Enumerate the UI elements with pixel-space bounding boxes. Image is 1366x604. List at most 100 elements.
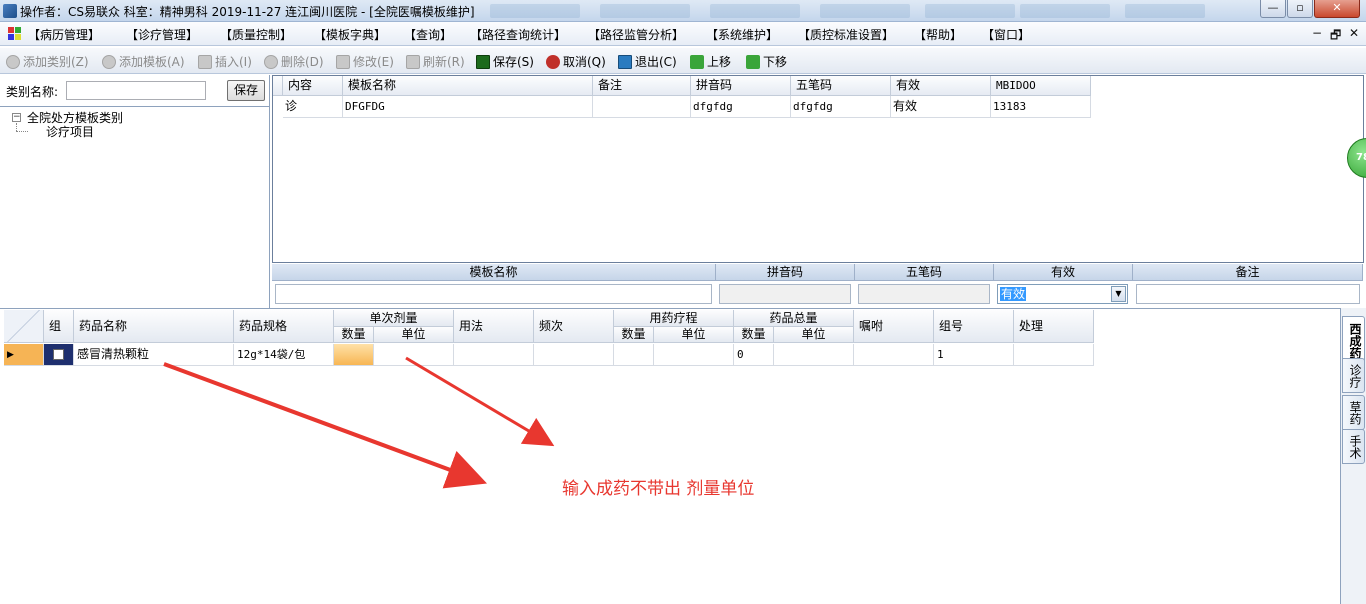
tab-treatment[interactable]: 诊疗 <box>1342 358 1365 393</box>
menu-qc-standard[interactable]: 【质控标准设置】 <box>798 26 894 43</box>
drug-name-cell[interactable]: 感冒清热颗粒 <box>74 344 234 366</box>
column-header-total[interactable]: 药品总量 <box>734 310 854 327</box>
column-header-total-qty[interactable]: 数量 <box>734 327 774 343</box>
table-cell[interactable]: DFGFDG <box>343 96 593 118</box>
column-header-frequency[interactable]: 频次 <box>534 310 614 343</box>
move-up-button[interactable]: 上移 <box>690 53 731 70</box>
refresh-button[interactable]: 刷新(R) <box>406 53 465 70</box>
column-header-single-dose[interactable]: 单次剂量 <box>334 310 454 327</box>
category-save-button[interactable]: 保存 <box>227 80 265 101</box>
tab-herbal[interactable]: 草药 <box>1342 395 1365 430</box>
mdi-minimize-button[interactable]: − <box>1312 26 1322 40</box>
column-header-group[interactable]: 组 <box>44 310 74 343</box>
checkbox[interactable] <box>53 349 64 360</box>
column-header-remark[interactable]: 备注 <box>593 76 691 96</box>
wubi-input[interactable] <box>858 284 990 304</box>
exit-button[interactable]: 退出(C) <box>618 53 677 70</box>
title-bar: 操作者：CS易联众 科室：精神男科 2019-11-27 连江闽川医院 - [全… <box>0 0 1366 22</box>
menu-path-query-stats[interactable]: 【路径查询统计】 <box>470 26 566 43</box>
insert-icon <box>198 54 212 69</box>
pinyin-input[interactable] <box>719 284 851 304</box>
cancel-button[interactable]: 取消(Q) <box>546 53 606 70</box>
column-header-template-name[interactable]: 模板名称 <box>343 76 593 96</box>
column-header-wubi[interactable]: 五笔码 <box>791 76 891 96</box>
group-checkbox-cell[interactable] <box>44 344 74 366</box>
delete-icon <box>264 54 278 69</box>
drug-spec-cell[interactable]: 12g*14袋/包 <box>234 344 334 366</box>
move-down-button[interactable]: 下移 <box>746 53 787 70</box>
menu-system-maintenance[interactable]: 【系统维护】 <box>706 26 778 43</box>
save-toolbar-button[interactable]: 保存(S) <box>476 53 534 70</box>
modify-button[interactable]: 修改(E) <box>336 53 394 70</box>
menu-query[interactable]: 【查询】 <box>404 26 452 43</box>
column-header-handle[interactable]: 处理 <box>1014 310 1094 343</box>
app-icon <box>3 4 17 18</box>
handle-cell[interactable] <box>1014 344 1094 366</box>
column-header-total-unit[interactable]: 单位 <box>774 327 854 343</box>
column-header-spec[interactable]: 药品规格 <box>234 310 334 343</box>
remark-input[interactable] <box>1136 284 1360 304</box>
course-qty-cell[interactable] <box>614 344 654 366</box>
chevron-down-icon[interactable]: ▼ <box>1111 286 1126 302</box>
total-qty-cell[interactable]: 0 <box>734 344 774 366</box>
taskbar-ghost <box>1125 4 1205 18</box>
dose-unit-cell[interactable] <box>374 344 454 366</box>
column-header-usage[interactable]: 用法 <box>454 310 534 343</box>
close-button[interactable]: ✕ <box>1314 0 1360 18</box>
menu-medical-records[interactable]: 【病历管理】 <box>28 26 100 43</box>
row-indicator-icon[interactable]: ▶ <box>4 344 44 366</box>
column-header-course-qty[interactable]: 数量 <box>614 327 654 343</box>
advice-cell[interactable] <box>854 344 934 366</box>
column-header-course-unit[interactable]: 单位 <box>654 327 734 343</box>
column-header-group-no[interactable]: 组号 <box>934 310 1014 343</box>
column-header-drug-name[interactable]: 药品名称 <box>74 310 234 343</box>
add-template-button[interactable]: 添加模板(A) <box>102 53 185 70</box>
table-cell[interactable]: dfgfdg <box>691 96 791 118</box>
maximize-button[interactable]: ▫ <box>1287 0 1313 18</box>
column-header-advice[interactable]: 嘱咐 <box>854 310 934 343</box>
table-cell[interactable]: dfgfdg <box>791 96 891 118</box>
course-unit-cell[interactable] <box>654 344 734 366</box>
exit-icon <box>618 54 632 69</box>
table-cell[interactable]: 有效 <box>891 96 991 118</box>
menu-path-monitor[interactable]: 【路径监管分析】 <box>588 26 684 43</box>
column-header-valid[interactable]: 有效 <box>891 76 991 96</box>
menu-template-dict[interactable]: 【模板字典】 <box>314 26 386 43</box>
column-header-dose-unit[interactable]: 单位 <box>374 327 454 343</box>
menu-bar: 【病历管理】 【诊疗管理】 【质量控制】 【模板字典】 【查询】 【路径查询统计… <box>0 22 1366 46</box>
column-header-content[interactable]: 内容 <box>283 76 343 96</box>
group-no-cell[interactable]: 1 <box>934 344 1014 366</box>
insert-button[interactable]: 插入(I) <box>198 53 252 70</box>
category-name-input[interactable] <box>66 81 206 100</box>
template-name-input[interactable] <box>275 284 712 304</box>
menu-window[interactable]: 【窗口】 <box>982 26 1030 43</box>
delete-button[interactable]: 删除(D) <box>264 53 324 70</box>
column-header-pinyin[interactable]: 拼音码 <box>691 76 791 96</box>
tree-collapse-icon[interactable]: − <box>12 113 21 122</box>
menu-quality-control[interactable]: 【质量控制】 <box>220 26 292 43</box>
column-header-mbid[interactable]: MBIDOO <box>991 76 1091 96</box>
table-cell[interactable]: 13183 <box>991 96 1091 118</box>
total-unit-cell[interactable] <box>774 344 854 366</box>
add-category-button[interactable]: 添加类别(Z) <box>6 53 89 70</box>
column-header-course[interactable]: 用药疗程 <box>614 310 734 327</box>
table-cell[interactable] <box>593 96 691 118</box>
column-header-dose-qty[interactable]: 数量 <box>334 327 374 343</box>
menu-diagnosis[interactable]: 【诊疗管理】 <box>126 26 198 43</box>
grid-corner <box>273 76 283 96</box>
frequency-cell[interactable] <box>534 344 614 366</box>
tab-surgery[interactable]: 手术 <box>1342 429 1365 464</box>
template-grid: 内容 模板名称 备注 拼音码 五笔码 有效 MBIDOO 诊 DFGFDG df… <box>272 75 1364 263</box>
tree-child-node[interactable]: 诊疗项目 <box>46 123 94 140</box>
form-header-pinyin: 拼音码 <box>716 264 855 281</box>
menu-help[interactable]: 【帮助】 <box>914 26 962 43</box>
valid-select[interactable]: 有效 ▼ <box>997 284 1128 304</box>
table-cell[interactable]: 诊 <box>283 96 343 118</box>
annotation-text: 输入成药不带出 剂量单位 <box>562 479 755 499</box>
undo-icon <box>546 54 560 69</box>
minimize-button[interactable]: — <box>1260 0 1286 18</box>
mdi-close-button[interactable]: ✕ <box>1349 26 1359 40</box>
usage-cell[interactable] <box>454 344 534 366</box>
mdi-restore-button[interactable]: 🗗 <box>1330 26 1341 47</box>
dose-qty-cell[interactable] <box>334 344 374 366</box>
